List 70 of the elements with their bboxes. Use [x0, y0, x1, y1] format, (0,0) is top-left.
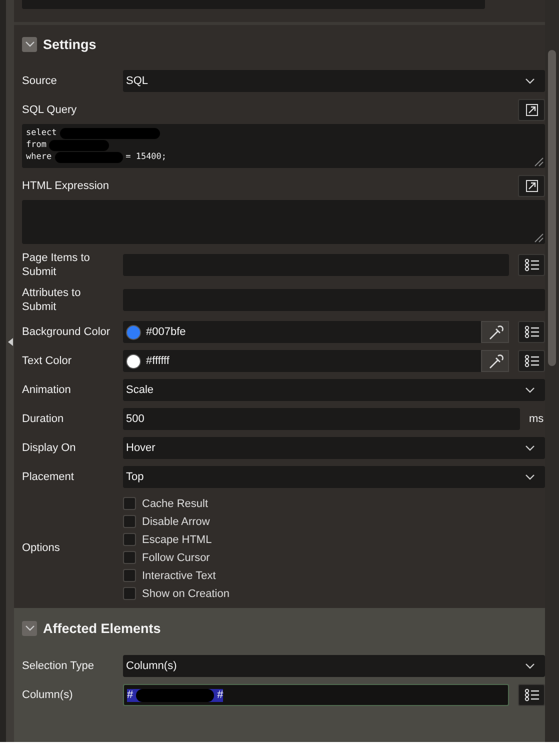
- field-label: Options: [22, 540, 61, 554]
- list-icon: [524, 325, 540, 339]
- scrollbar-thumb[interactable]: [548, 50, 556, 366]
- field-label: Attributes to Submit: [22, 286, 82, 314]
- list-button[interactable]: [518, 350, 545, 372]
- field-label: Source: [22, 74, 58, 88]
- dropdown-value: Hover: [126, 442, 156, 454]
- unit-label: ms: [529, 413, 545, 425]
- checkbox-label: Interactive Text: [142, 570, 216, 582]
- checkbox-label: Escape HTML: [142, 534, 212, 546]
- dropdown-value: Column(s): [126, 660, 177, 672]
- dropdown[interactable]: Hover: [123, 437, 545, 459]
- resize-grip-icon: [534, 233, 544, 243]
- popout-icon: [524, 179, 538, 193]
- color-field[interactable]: #ffffff: [123, 350, 509, 372]
- dropdown[interactable]: SQL: [123, 70, 545, 92]
- expand-button[interactable]: [518, 99, 545, 121]
- list-icon: [524, 258, 540, 272]
- popout-icon: [524, 103, 538, 117]
- checkbox[interactable]: [123, 497, 136, 510]
- code-text: select: [26, 127, 57, 139]
- collapse-toggle[interactable]: [22, 36, 37, 52]
- checkbox-label: Cache Result: [142, 498, 208, 510]
- field-value: #ffffff: [146, 355, 170, 367]
- dropdown-value: Scale: [126, 384, 154, 396]
- checkbox-label: Disable Arrow: [142, 516, 210, 528]
- code-text: = 15400;: [126, 151, 167, 163]
- checkbox[interactable]: [123, 569, 136, 582]
- color-picker-button[interactable]: [481, 350, 509, 372]
- color-picker-button[interactable]: [481, 321, 509, 343]
- field-label: Placement: [22, 470, 75, 484]
- field-label: SQL Query: [22, 103, 78, 117]
- checkbox[interactable]: [123, 587, 136, 600]
- field-label: Column(s): [22, 688, 74, 702]
- checkbox[interactable]: [123, 551, 136, 564]
- code-editor[interactable]: select from where = 15400;: [22, 124, 545, 168]
- dropdown-value: SQL: [126, 75, 148, 87]
- dropdown-value: Top: [126, 471, 144, 483]
- checkbox-label: Show on Creation: [142, 588, 230, 600]
- checkbox[interactable]: [123, 515, 136, 528]
- resize-grip-icon: [534, 157, 544, 167]
- field-label: Duration: [22, 412, 65, 426]
- color-field[interactable]: #007bfe: [123, 321, 509, 343]
- list-button[interactable]: [518, 684, 545, 706]
- code-text: from: [26, 139, 46, 151]
- list-icon: [524, 688, 540, 702]
- field-label: HTML Expression: [22, 179, 110, 193]
- field-label: Page Items to Submit: [22, 251, 91, 279]
- dropdown[interactable]: Column(s): [123, 655, 545, 677]
- dropdown[interactable]: Scale: [123, 379, 545, 401]
- field-value: #: [127, 689, 134, 701]
- field-label: Selection Type: [22, 659, 95, 673]
- collapse-toggle[interactable]: [22, 620, 37, 636]
- list-icon: [524, 354, 540, 368]
- dropdown[interactable]: Top: [123, 466, 545, 488]
- expand-button[interactable]: [518, 175, 545, 197]
- field-value: #007bfe: [146, 326, 187, 338]
- list-button[interactable]: [518, 321, 545, 343]
- checkbox[interactable]: [123, 533, 136, 546]
- list-button[interactable]: [518, 254, 545, 276]
- field-value: 500: [126, 413, 144, 425]
- code-text: where: [26, 151, 52, 163]
- checkbox-label: Follow Cursor: [142, 552, 210, 564]
- field-label: Display On: [22, 441, 77, 455]
- input-field[interactable]: 500: [123, 408, 520, 430]
- field-label: Text Color: [22, 354, 73, 368]
- section-title: Settings: [43, 36, 96, 52]
- field-label: Animation: [22, 383, 72, 397]
- field-label: Background Color: [22, 325, 112, 339]
- section-title: Affected Elements: [43, 620, 161, 636]
